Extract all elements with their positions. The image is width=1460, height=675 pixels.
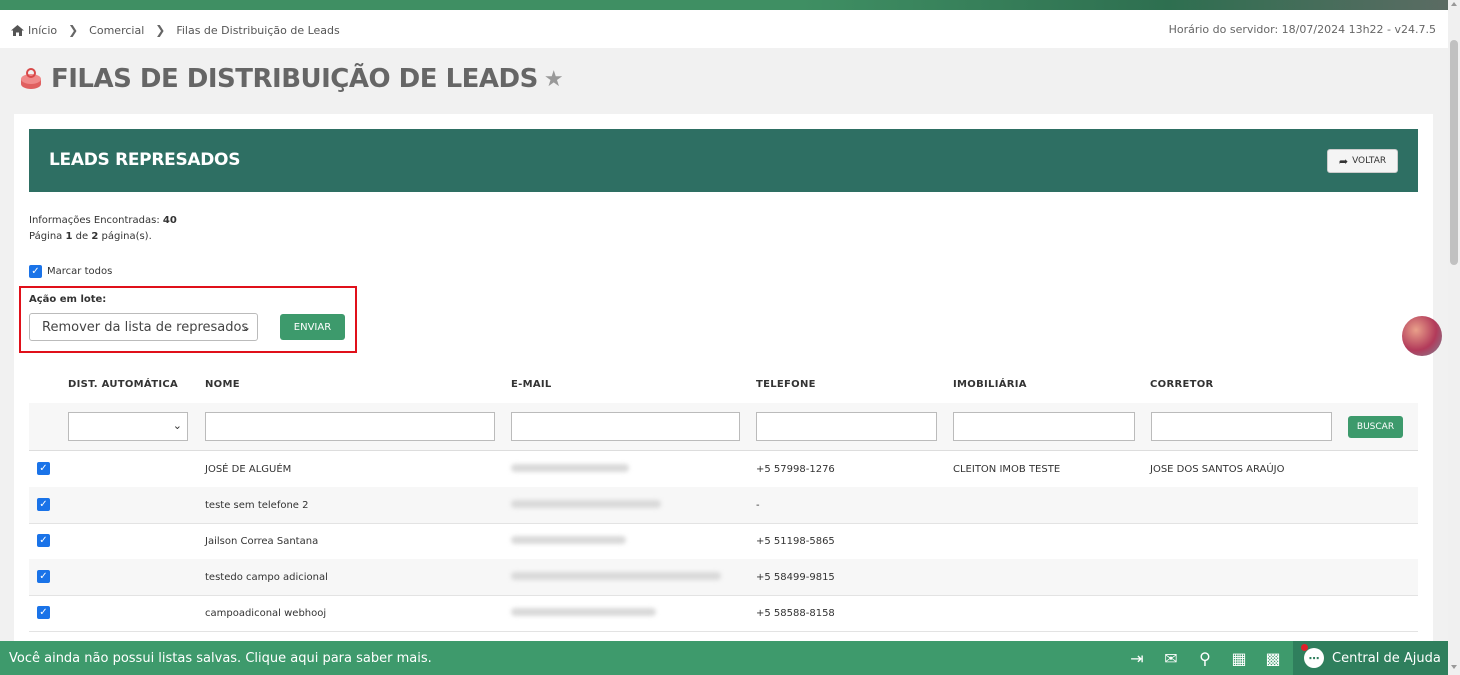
- batch-action-box: Ação em lote: Remover da lista de repres…: [19, 286, 357, 353]
- agency-filter-input[interactable]: [953, 412, 1135, 441]
- page-title: FILAS DE DISTRIBUIÇÃO DE LEADS: [51, 64, 538, 94]
- server-time: Horário do servidor: 18/07/2024 13h22 - …: [1168, 23, 1436, 36]
- mail-star-icon[interactable]: ✉: [1161, 649, 1181, 668]
- scrollbar-thumb[interactable]: [1450, 40, 1458, 265]
- cell-name: teste sem telefone 2: [205, 500, 309, 511]
- breadcrumb-current: Filas de Distribuição de Leads: [176, 23, 340, 37]
- cell-broker: JOSE DOS SANTOS ARAÚJO: [1150, 464, 1285, 475]
- breadcrumb-home[interactable]: Início: [28, 24, 57, 37]
- table-row[interactable]: ✓ teste sem telefone 2 -: [29, 487, 1418, 524]
- table-row[interactable]: ✓ Jailson Correa Santana +5 51198-5865: [29, 523, 1418, 560]
- cell-email-redacted: [511, 464, 629, 475]
- filter-row: ⌄ BUSCAR: [29, 403, 1418, 451]
- footer-icons: ⇥ ✉ ⚲ ▦ ▩: [1127, 649, 1283, 668]
- content-card: LEADS REPRESADOS ➦ VOLTAR Informações En…: [14, 114, 1433, 654]
- batch-action-label: Ação em lote:: [29, 294, 107, 305]
- help-center-label: Central de Ajuda: [1332, 650, 1441, 666]
- chevron-right-icon: ❯: [68, 23, 79, 37]
- column-header-auto-dist[interactable]: DIST. AUTOMÁTICA: [68, 379, 178, 390]
- results-info: Informações Encontradas: 40 Página 1 de …: [29, 213, 177, 245]
- calculator-icon[interactable]: ▩: [1263, 649, 1283, 668]
- cell-name: JOSÉ DE ALGUÉM: [205, 464, 292, 475]
- top-accent-stripe: [0, 0, 1460, 10]
- column-header-email[interactable]: E-MAIL: [511, 379, 552, 390]
- column-header-name[interactable]: NOME: [205, 379, 240, 390]
- floating-assistant-bubble[interactable]: [1402, 316, 1442, 356]
- chevron-right-icon: ❯: [155, 23, 166, 37]
- table-row[interactable]: ✓ JOSÉ DE ALGUÉM +5 57998-1276 CLEITON I…: [29, 451, 1418, 488]
- cell-email-redacted: [511, 572, 721, 583]
- panel-title: LEADS REPRESADOS: [49, 150, 241, 170]
- cell-phone: +5 58499-9815: [756, 572, 835, 583]
- notification-dot: [1301, 644, 1308, 651]
- cell-name: testedo campo adicional: [205, 572, 328, 583]
- column-header-broker[interactable]: CORRETOR: [1150, 379, 1214, 390]
- breadcrumb-bar: Início ❯ Comercial ❯ Filas de Distribuiç…: [0, 10, 1448, 48]
- scroll-down-icon[interactable]: [1451, 665, 1457, 669]
- select-all-checkbox[interactable]: ✓: [29, 265, 42, 278]
- back-button[interactable]: ➦ VOLTAR: [1327, 149, 1398, 173]
- cell-name: campoadiconal webhooj: [205, 608, 327, 619]
- row-checkbox[interactable]: ✓: [37, 606, 50, 619]
- help-center-button[interactable]: ⋯ Central de Ajuda: [1293, 641, 1448, 675]
- cell-email-redacted: [511, 536, 626, 547]
- saved-lists-message[interactable]: Você ainda não possui listas salvas. Cli…: [9, 651, 432, 666]
- cell-email-redacted: [511, 608, 656, 619]
- cell-phone: +5 58588-8158: [756, 608, 835, 619]
- exit-icon[interactable]: ⇥: [1127, 649, 1147, 668]
- page-of: de: [75, 231, 89, 242]
- table-header: DIST. AUTOMÁTICA NOME E-MAIL TELEFONE IM…: [29, 371, 1418, 405]
- page-suffix: página(s).: [101, 231, 152, 242]
- breadcrumb-comercial[interactable]: Comercial: [89, 24, 144, 37]
- leads-queue-icon: [21, 68, 41, 89]
- chevron-down-icon: ⌄: [172, 419, 182, 432]
- table-row[interactable]: ✓ testedo campo adicional +5 58499-9815: [29, 559, 1418, 596]
- broker-filter-input[interactable]: [1151, 412, 1332, 441]
- table-row[interactable]: ✓ campoadiconal webhooj +5 58588-8158: [29, 595, 1418, 632]
- scroll-up-icon[interactable]: [1451, 2, 1457, 6]
- page-total: 2: [91, 231, 99, 242]
- calendar-icon[interactable]: ▦: [1229, 649, 1249, 668]
- cell-agency: CLEITON IMOB TESTE: [953, 464, 1061, 475]
- cell-email-redacted: [511, 500, 661, 511]
- found-label: Informações Encontradas:: [29, 215, 160, 226]
- page-current: 1: [65, 231, 73, 242]
- email-filter-input[interactable]: [511, 412, 740, 441]
- favorite-star-icon[interactable]: ★: [544, 67, 564, 92]
- home-icon[interactable]: [11, 24, 24, 36]
- panel-header: LEADS REPRESADOS ➦ VOLTAR: [29, 129, 1418, 192]
- row-checkbox[interactable]: ✓: [37, 534, 50, 547]
- share-arrow-icon: ➦: [1338, 154, 1349, 168]
- cell-phone: +5 57998-1276: [756, 464, 835, 475]
- cell-name: Jailson Correa Santana: [205, 536, 319, 547]
- batch-action-select[interactable]: Remover da lista de represados ⌄: [29, 313, 258, 341]
- select-all[interactable]: ✓ Marcar todos: [29, 265, 112, 278]
- cell-phone: +5 51198-5865: [756, 536, 835, 547]
- page-scrollbar[interactable]: [1448, 0, 1460, 675]
- row-checkbox[interactable]: ✓: [37, 498, 50, 511]
- chevron-down-icon: ⌄: [241, 321, 251, 334]
- send-button[interactable]: ENVIAR: [280, 314, 345, 340]
- page-header: FILAS DE DISTRIBUIÇÃO DE LEADS ★: [19, 64, 564, 94]
- row-checkbox[interactable]: ✓: [37, 570, 50, 583]
- column-header-agency[interactable]: IMOBILIÁRIA: [953, 379, 1027, 390]
- page-prefix: Página: [29, 231, 63, 242]
- found-count: 40: [162, 215, 177, 226]
- search-button[interactable]: BUSCAR: [1348, 416, 1403, 438]
- batch-action-selected: Remover da lista de represados: [42, 319, 249, 335]
- column-header-phone[interactable]: TELEFONE: [756, 379, 816, 390]
- cell-phone: -: [756, 500, 760, 511]
- name-filter-input[interactable]: [205, 412, 495, 441]
- back-button-label: VOLTAR: [1352, 156, 1387, 166]
- bell-icon[interactable]: ⚲: [1195, 649, 1215, 668]
- select-all-label: Marcar todos: [47, 266, 113, 277]
- auto-dist-filter-select[interactable]: ⌄: [68, 412, 188, 441]
- footer-bar: Você ainda não possui listas salvas. Cli…: [0, 641, 1448, 675]
- breadcrumb: Início ❯ Comercial ❯ Filas de Distribuiç…: [11, 23, 340, 37]
- chat-icon: ⋯: [1304, 648, 1324, 668]
- row-checkbox[interactable]: ✓: [37, 462, 50, 475]
- phone-filter-input[interactable]: [756, 412, 937, 441]
